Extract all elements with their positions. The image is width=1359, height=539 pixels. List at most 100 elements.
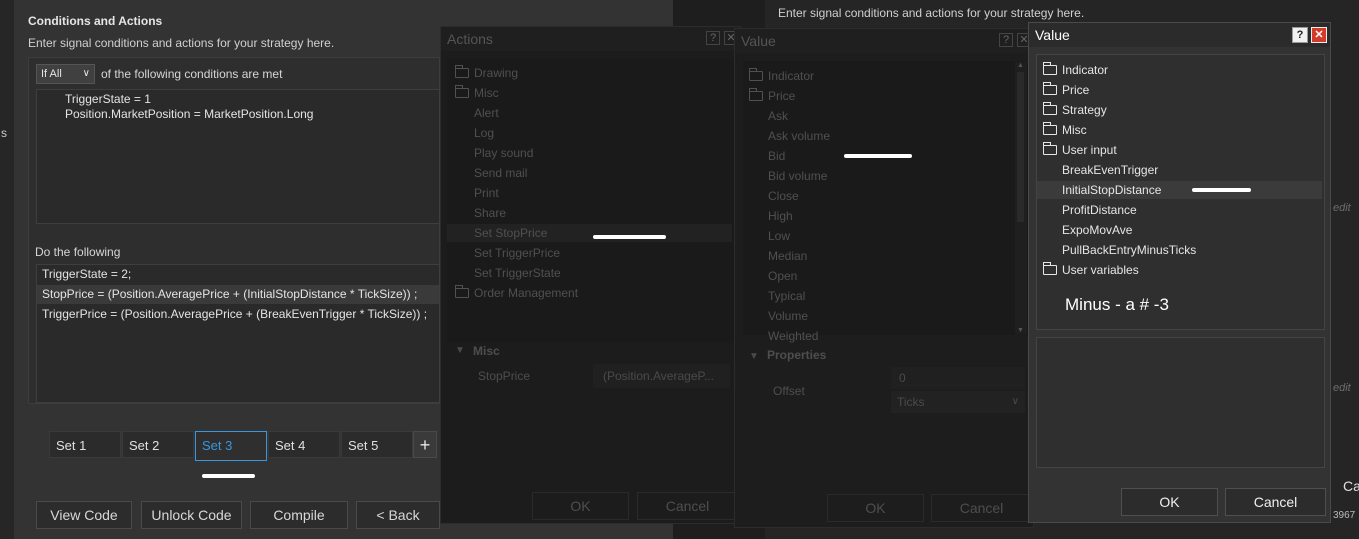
- collapse-triangle-icon[interactable]: ▼: [455, 345, 465, 356]
- value-front-properties-panel: [1036, 337, 1325, 468]
- tree-item-label: Close: [768, 189, 799, 203]
- tree-item-set-triggerprice[interactable]: Set TriggerPrice: [447, 244, 732, 262]
- value-mid-tree-panel: Indicator Price Ask Ask volume Bid Bid volume…: [743, 61, 1028, 343]
- tree-item-label: Set TriggerPrice: [474, 246, 561, 260]
- background-subheading: Enter signal conditions and actions for …: [778, 6, 1085, 20]
- tree-folder-user-variables[interactable]: User variables: [1037, 261, 1322, 279]
- tree-folder-user-input[interactable]: User input: [1037, 141, 1322, 159]
- initialstopdistance-highlight-mark: [1192, 188, 1251, 192]
- tree-folder-indicator[interactable]: Indicator: [743, 67, 1026, 85]
- tree-item-label: Bid volume: [768, 169, 828, 183]
- tree-item-profitdistance[interactable]: ProfitDistance: [1037, 201, 1322, 219]
- background-edit-link-2[interactable]: edit: [1333, 382, 1351, 394]
- folder-icon: [1043, 82, 1057, 95]
- scroll-thumb[interactable]: [1017, 72, 1024, 222]
- offset-unit-select[interactable]: Ticks ∨: [891, 391, 1025, 413]
- tab-set-3[interactable]: Set 3: [195, 431, 267, 461]
- tree-item-label: User input: [1062, 143, 1117, 157]
- help-icon[interactable]: ?: [706, 31, 720, 45]
- close-icon[interactable]: ✕: [1311, 27, 1327, 43]
- tree-item-label: ProfitDistance: [1062, 203, 1137, 217]
- tree-item-close[interactable]: Close: [743, 187, 1026, 205]
- tree-item-share[interactable]: Share: [447, 204, 732, 222]
- tree-item-log[interactable]: Log: [447, 124, 732, 142]
- actions-cancel-button[interactable]: Cancel: [637, 492, 738, 520]
- tree-item-initialstopdistance[interactable]: InitialStopDistance: [1037, 181, 1322, 199]
- tree-item-typical[interactable]: Typical: [743, 287, 1026, 305]
- tree-item-label: Log: [474, 126, 495, 140]
- condition-line[interactable]: TriggerState = 1: [65, 92, 151, 106]
- tree-item-label: Print: [474, 186, 499, 200]
- view-code-button[interactable]: View Code: [36, 501, 132, 529]
- actions-box[interactable]: TriggerState = 2; StopPrice = (Position.A…: [36, 264, 440, 403]
- tree-item-alert[interactable]: Alert: [447, 104, 732, 122]
- scroll-up-icon[interactable]: ▲: [1017, 62, 1024, 69]
- tree-item-send-mail[interactable]: Send mail: [447, 164, 732, 182]
- scroll-down-icon[interactable]: ▼: [1017, 327, 1024, 334]
- tree-item-set-triggerstate[interactable]: Set TriggerState: [447, 264, 732, 282]
- tree-folder-strategy[interactable]: Strategy: [1037, 101, 1322, 119]
- tree-item-ask[interactable]: Ask: [743, 107, 1026, 125]
- tree-item-label: Median: [768, 249, 808, 263]
- tree-folder-price[interactable]: Price: [743, 87, 1026, 105]
- folder-open-icon: [749, 88, 763, 101]
- tree-item-open[interactable]: Open: [743, 267, 1026, 285]
- value-mid-cancel-button[interactable]: Cancel: [931, 494, 1032, 522]
- tree-folder-price[interactable]: Price: [1037, 81, 1322, 99]
- value-front-title: Value: [1029, 23, 1330, 47]
- tab-set-1[interactable]: Set 1: [49, 431, 121, 458]
- set-stopprice-highlight-mark: [593, 235, 666, 239]
- left-edge-text: s: [1, 126, 7, 140]
- tree-item-low[interactable]: Low: [743, 227, 1026, 245]
- tree-item-play-sound[interactable]: Play sound: [447, 144, 732, 162]
- tree-item-expomovave[interactable]: ExpoMovAve: [1037, 221, 1322, 239]
- collapse-triangle-icon[interactable]: ▼: [749, 351, 759, 362]
- tree-folder-drawing[interactable]: Drawing: [447, 64, 732, 82]
- value-front-cancel-button[interactable]: Cancel: [1225, 488, 1326, 516]
- if-all-select[interactable]: If All ∨: [36, 64, 95, 84]
- back-button[interactable]: < Back: [356, 501, 440, 529]
- actions-ok-button[interactable]: OK: [532, 492, 629, 520]
- offset-input[interactable]: 0: [891, 367, 1025, 389]
- tree-item-set-stopprice[interactable]: Set StopPrice: [447, 224, 732, 242]
- tree-item-volume[interactable]: Volume: [743, 307, 1026, 325]
- tab-set-4[interactable]: Set 4: [268, 431, 340, 458]
- tree-item-median[interactable]: Median: [743, 247, 1026, 265]
- tree-item-print[interactable]: Print: [447, 184, 732, 202]
- tree-item-ask-volume[interactable]: Ask volume: [743, 127, 1026, 145]
- tree-folder-misc[interactable]: Misc: [1037, 121, 1322, 139]
- page-subtitle: Enter signal conditions and actions for …: [28, 36, 335, 50]
- tree-folder-indicator[interactable]: Indicator: [1037, 61, 1322, 79]
- value-mid-section-header: Properties: [767, 348, 827, 362]
- tree-item-pullbackentryminusticks[interactable]: PullBackEntryMinusTicks: [1037, 241, 1322, 259]
- action-line[interactable]: TriggerState = 2;: [37, 265, 439, 284]
- tree-item-weighted[interactable]: Weighted: [743, 327, 1026, 345]
- actions-property-value[interactable]: (Position.AverageP...: [593, 364, 730, 388]
- background-cancel-button[interactable]: Ca: [1343, 478, 1359, 494]
- action-line[interactable]: TriggerPrice = (Position.AveragePrice + …: [37, 305, 439, 324]
- background-edit-link-1[interactable]: edit: [1333, 202, 1351, 214]
- folder-open-icon: [1043, 142, 1057, 155]
- unlock-code-button[interactable]: Unlock Code: [141, 501, 242, 529]
- compile-button[interactable]: Compile: [250, 501, 348, 529]
- folder-icon: [1043, 122, 1057, 135]
- tab-set-2[interactable]: Set 2: [122, 431, 194, 458]
- help-icon[interactable]: ?: [999, 33, 1013, 47]
- tab-set-5[interactable]: Set 5: [341, 431, 413, 458]
- tree-item-label: Misc: [1062, 123, 1087, 137]
- tree-item-label: Price: [1062, 83, 1090, 97]
- folder-icon: [455, 65, 469, 78]
- tree-item-bid-volume[interactable]: Bid volume: [743, 167, 1026, 185]
- conditions-box[interactable]: TriggerState = 1 Position.MarketPosition …: [36, 89, 440, 224]
- tree-folder-order-management[interactable]: Order Management: [447, 284, 732, 302]
- value-front-ok-button[interactable]: OK: [1121, 488, 1218, 516]
- value-mid-ok-button[interactable]: OK: [827, 494, 924, 522]
- scrollbar[interactable]: ▲ ▼: [1015, 62, 1027, 334]
- tree-folder-misc[interactable]: Misc: [447, 84, 732, 102]
- tree-item-breakeventrigger[interactable]: BreakEvenTrigger: [1037, 161, 1322, 179]
- help-icon[interactable]: ?: [1292, 27, 1308, 43]
- condition-line[interactable]: Position.MarketPosition = MarketPosition…: [65, 107, 313, 121]
- tree-item-high[interactable]: High: [743, 207, 1026, 225]
- add-set-button[interactable]: +: [413, 431, 437, 458]
- action-line[interactable]: StopPrice = (Position.AveragePrice + (In…: [37, 285, 439, 304]
